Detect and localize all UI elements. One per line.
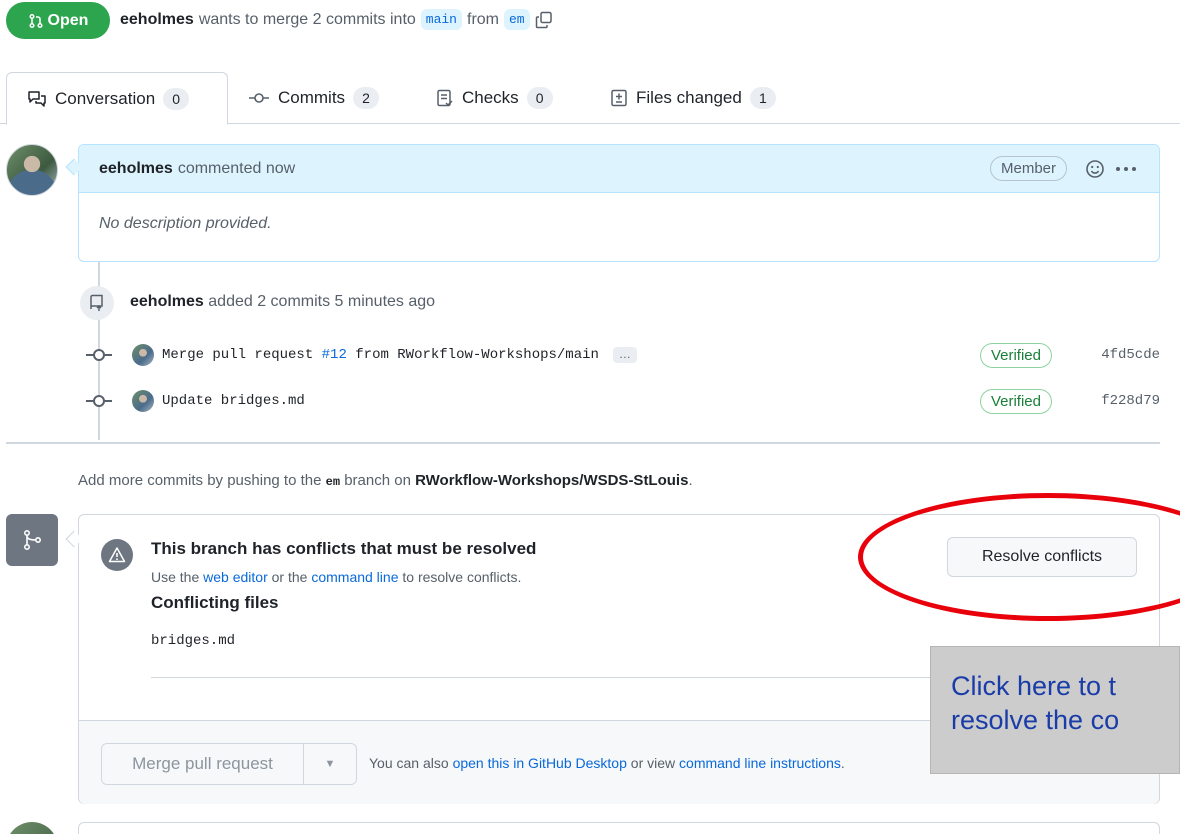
- pull-request-icon: [28, 13, 43, 28]
- tab-files-changed-count: 1: [749, 87, 776, 109]
- push-help-suffix: .: [688, 472, 693, 489]
- commit-icon: [86, 348, 112, 362]
- pr-summary: eeholmes wants to merge 2 commits into m…: [120, 9, 553, 30]
- tab-files-changed[interactable]: Files changed 1: [610, 72, 776, 124]
- push-help-prefix: Add more commits by pushing to the: [78, 472, 322, 489]
- conflict-desc-middle: or the: [271, 569, 308, 585]
- triangle-down-icon: ▼: [324, 758, 336, 770]
- commit-message[interactable]: Merge pull request #12 from RWorkflow-Wo…: [162, 347, 599, 363]
- pr-status-badge: Open: [6, 2, 110, 39]
- comment-header: eeholmes commented now Member: [79, 145, 1159, 193]
- push-help-middle: branch on: [344, 472, 411, 489]
- git-merge-icon: [6, 514, 58, 566]
- verified-badge[interactable]: Verified: [979, 342, 1052, 368]
- command-line-instructions-link[interactable]: command line instructions: [679, 755, 841, 771]
- merge-footer-text: You can also open this in GitHub Desktop…: [369, 755, 845, 771]
- verified-badge[interactable]: Verified: [979, 388, 1052, 414]
- tab-checks-label: Checks: [462, 88, 519, 107]
- comment-action: commented now: [177, 159, 296, 177]
- kebab-horizontal-icon[interactable]: [1115, 166, 1137, 172]
- callout-line-1: Click here to t: [951, 671, 1117, 701]
- conflict-title: This branch has conflicts that must be r…: [151, 539, 537, 558]
- tab-conversation[interactable]: Conversation 0: [6, 72, 228, 125]
- checklist-icon: [437, 89, 453, 107]
- file-diff-icon: [611, 89, 627, 107]
- pr-summary-from: from: [467, 10, 499, 28]
- tab-commits[interactable]: Commits 2: [248, 72, 380, 124]
- avatar[interactable]: [132, 390, 154, 412]
- tab-files-changed-label: Files changed: [636, 88, 742, 107]
- head-branch[interactable]: em: [504, 9, 530, 30]
- resolve-conflicts-button[interactable]: Resolve conflicts: [947, 537, 1137, 577]
- merge-method-dropdown[interactable]: ▼: [304, 744, 356, 784]
- footer-middle: or view: [630, 755, 676, 771]
- base-branch[interactable]: main: [420, 9, 462, 30]
- merge-pull-request-button[interactable]: Merge pull request: [102, 744, 304, 784]
- repo-push-icon: [80, 286, 114, 320]
- comment-author-link[interactable]: eeholmes: [99, 160, 173, 178]
- push-help-branch: em: [325, 475, 341, 489]
- commit-icon: [249, 93, 269, 103]
- smiley-icon[interactable]: [1085, 159, 1105, 179]
- conflicting-file: bridges.md: [151, 633, 236, 649]
- commit-row: Merge pull request #12 from RWorkflow-Wo…: [86, 340, 1166, 370]
- conflict-desc-suffix: to resolve conflicts.: [402, 569, 522, 585]
- commit-sha-link[interactable]: 4fd5cde: [1101, 347, 1160, 363]
- commit-message-text: Merge pull request: [162, 347, 314, 363]
- push-event-text: added 2 commits 5 minutes ago: [208, 293, 436, 310]
- commit-sha-link[interactable]: f228d79: [1101, 393, 1160, 409]
- avatar[interactable]: [6, 144, 58, 196]
- web-editor-link[interactable]: web editor: [203, 569, 268, 585]
- commit-message-suffix: from RWorkflow-Workshops/main: [355, 347, 599, 363]
- tab-conversation-label: Conversation: [55, 88, 156, 108]
- tab-checks-count: 0: [526, 87, 553, 109]
- tab-checks[interactable]: Checks 0: [436, 72, 553, 124]
- expand-commit-button[interactable]: …: [612, 347, 637, 363]
- pr-tabs: Conversation 0 Commits 2 Checks 0 Files …: [0, 72, 1180, 125]
- commit-message[interactable]: Update bridges.md: [162, 393, 305, 409]
- github-desktop-link[interactable]: open this in GitHub Desktop: [453, 755, 627, 771]
- merge-button-group: Merge pull request ▼: [101, 743, 357, 785]
- pr-summary-text: wants to merge 2 commits into: [198, 10, 416, 28]
- commit-row: Update bridges.md Verified f228d79: [86, 386, 1166, 416]
- comment-discussion-icon: [28, 90, 46, 107]
- repo-link[interactable]: RWorkflow-Workshops/WSDS-StLouis: [415, 472, 688, 489]
- instruction-callout: Click here to t resolve the co: [930, 646, 1180, 774]
- pr-status-label: Open: [47, 11, 89, 29]
- conflicting-files-title: Conflicting files: [151, 593, 279, 612]
- tab-conversation-count: 0: [163, 87, 190, 110]
- footer-prefix: You can also: [369, 755, 449, 771]
- command-line-link[interactable]: command line: [311, 569, 398, 585]
- pr-author-link[interactable]: eeholmes: [120, 11, 194, 29]
- pr-description-comment: eeholmes commented now Member No descrip…: [78, 144, 1160, 262]
- tab-commits-count: 2: [353, 87, 380, 109]
- alert-icon: [101, 539, 133, 571]
- push-help-text: Add more commits by pushing to the em br…: [78, 472, 693, 489]
- comment-body: No description provided.: [99, 215, 272, 232]
- member-badge: Member: [989, 156, 1067, 181]
- conflict-desc-prefix: Use the: [151, 569, 200, 585]
- copy-icon[interactable]: [535, 11, 553, 29]
- commit-icon: [86, 394, 112, 408]
- callout-line-2: resolve the co: [951, 705, 1120, 735]
- push-event: eeholmes added 2 commits 5 minutes ago: [130, 293, 435, 311]
- pr-reference-link[interactable]: #12: [322, 347, 347, 363]
- new-comment-box[interactable]: [78, 822, 1160, 834]
- footer-suffix: .: [840, 755, 845, 771]
- avatar[interactable]: [132, 344, 154, 366]
- avatar[interactable]: [6, 822, 58, 834]
- tab-commits-label: Commits: [278, 88, 346, 107]
- push-author-link[interactable]: eeholmes: [130, 293, 204, 310]
- conflict-description: Use the web editor or the command line t…: [151, 569, 521, 585]
- timeline-divider: [6, 442, 1160, 444]
